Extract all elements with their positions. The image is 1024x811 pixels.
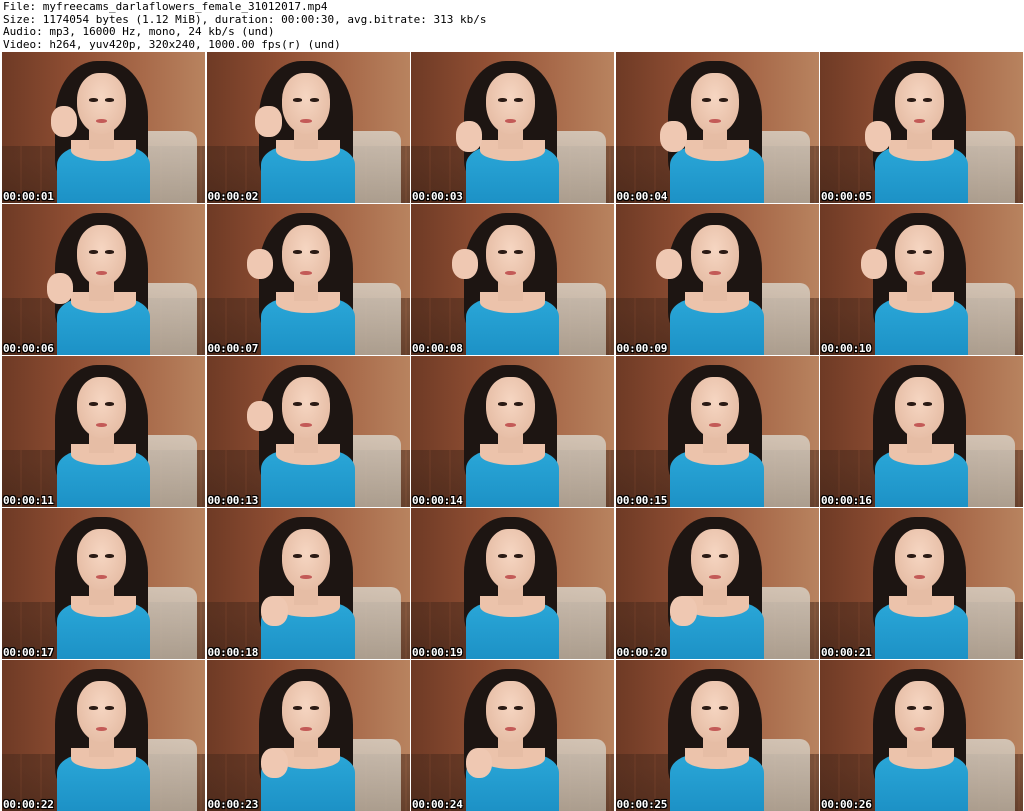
thumbnail-timestamp: 00:00:05 xyxy=(821,190,872,203)
thumbnail-timestamp: 00:00:13 xyxy=(207,494,259,507)
thumbnail-timestamp: 00:00:04 xyxy=(616,190,668,203)
thumbnail-timestamp: 00:00:14 xyxy=(412,494,463,507)
person-figure xyxy=(616,52,819,203)
video-thumbnail[interactable]: 00:00:20 xyxy=(615,508,819,659)
video-thumbnail[interactable]: 00:00:15 xyxy=(615,356,819,507)
thumbnail-timestamp: 00:00:21 xyxy=(821,646,872,659)
thumbnail-timestamp: 00:00:01 xyxy=(3,190,54,203)
person-figure xyxy=(207,660,410,811)
person-figure xyxy=(2,52,205,203)
video-thumbnail[interactable]: 00:00:22 xyxy=(2,660,205,811)
video-thumbnail[interactable]: 00:00:09 xyxy=(615,204,819,355)
video-thumbnail[interactable]: 00:00:21 xyxy=(820,508,1023,659)
person-figure xyxy=(207,356,410,507)
thumbnail-timestamp: 00:00:26 xyxy=(821,798,872,811)
thumbnail-timestamp: 00:00:23 xyxy=(207,798,259,811)
video-info-line: Video: h264, yuv420p, 320x240, 1000.00 f… xyxy=(3,37,341,51)
video-thumbnail[interactable]: 00:00:05 xyxy=(820,52,1023,203)
thumbnail-timestamp: 00:00:22 xyxy=(3,798,54,811)
video-thumbnail[interactable]: 00:00:04 xyxy=(615,52,819,203)
video-thumbnail[interactable]: 00:00:17 xyxy=(2,508,205,659)
thumbnail-timestamp: 00:00:10 xyxy=(821,342,872,355)
video-thumbnail[interactable]: 00:00:07 xyxy=(206,204,410,355)
thumbnail-timestamp: 00:00:17 xyxy=(3,646,54,659)
thumbnail-timestamp: 00:00:16 xyxy=(821,494,872,507)
video-thumbnail[interactable]: 00:00:14 xyxy=(411,356,614,507)
video-thumbnail[interactable]: 00:00:26 xyxy=(820,660,1023,811)
thumbnail-timestamp: 00:00:03 xyxy=(412,190,463,203)
person-figure xyxy=(411,660,614,811)
person-figure xyxy=(616,204,819,355)
video-thumbnail[interactable]: 00:00:24 xyxy=(411,660,614,811)
person-figure xyxy=(411,508,614,659)
person-figure xyxy=(616,356,819,507)
person-figure xyxy=(2,204,205,355)
video-thumbnail[interactable]: 00:00:02 xyxy=(206,52,410,203)
thumbnail-timestamp: 00:00:25 xyxy=(616,798,668,811)
thumbnail-timestamp: 00:00:19 xyxy=(412,646,463,659)
person-figure xyxy=(411,52,614,203)
person-figure xyxy=(207,204,410,355)
video-thumbnail[interactable]: 00:00:16 xyxy=(820,356,1023,507)
thumbnail-timestamp: 00:00:09 xyxy=(616,342,668,355)
video-thumbnail[interactable]: 00:00:13 xyxy=(206,356,410,507)
audio-info-line: Audio: mp3, 16000 Hz, mono, 24 kb/s (und… xyxy=(3,25,275,38)
video-thumbnail[interactable]: 00:00:19 xyxy=(411,508,614,659)
person-figure xyxy=(411,204,614,355)
thumbnail-timestamp: 00:00:07 xyxy=(207,342,259,355)
thumbnail-timestamp: 00:00:11 xyxy=(3,494,54,507)
video-thumbnail[interactable]: 00:00:18 xyxy=(206,508,410,659)
thumbnail-timestamp: 00:00:15 xyxy=(616,494,668,507)
person-figure xyxy=(2,508,205,659)
person-figure xyxy=(820,660,1023,811)
file-name-line: File: myfreecams_darlaflowers_female_310… xyxy=(3,0,328,13)
video-thumbnail[interactable]: 00:00:10 xyxy=(820,204,1023,355)
person-figure xyxy=(2,356,205,507)
person-figure xyxy=(411,356,614,507)
thumbnail-timestamp: 00:00:06 xyxy=(3,342,54,355)
person-figure xyxy=(820,52,1023,203)
person-figure xyxy=(820,204,1023,355)
file-info-header: File: myfreecams_darlaflowers_female_310… xyxy=(0,0,1024,52)
video-thumbnail[interactable]: 00:00:25 xyxy=(615,660,819,811)
person-figure xyxy=(2,660,205,811)
person-figure xyxy=(207,52,410,203)
thumbnail-grid: 00:00:01 00:00:02 00:00:03 00:00:04 00:00:05… xyxy=(2,52,1024,811)
thumbnail-timestamp: 00:00:20 xyxy=(616,646,668,659)
video-thumbnail[interactable]: 00:00:03 xyxy=(411,52,614,203)
video-thumbnail[interactable]: 00:00:01 xyxy=(2,52,205,203)
video-thumbnail[interactable]: 00:00:06 xyxy=(2,204,205,355)
thumbnail-timestamp: 00:00:24 xyxy=(412,798,463,811)
thumbnail-timestamp: 00:00:18 xyxy=(207,646,259,659)
thumbnail-timestamp: 00:00:08 xyxy=(412,342,463,355)
video-thumbnail[interactable]: 00:00:23 xyxy=(206,660,410,811)
person-figure xyxy=(820,508,1023,659)
person-figure xyxy=(616,660,819,811)
thumbnail-timestamp: 00:00:02 xyxy=(207,190,259,203)
person-figure xyxy=(207,508,410,659)
person-figure xyxy=(616,508,819,659)
video-thumbnail[interactable]: 00:00:08 xyxy=(411,204,614,355)
video-thumbnail[interactable]: 00:00:11 xyxy=(2,356,205,507)
person-figure xyxy=(820,356,1023,507)
